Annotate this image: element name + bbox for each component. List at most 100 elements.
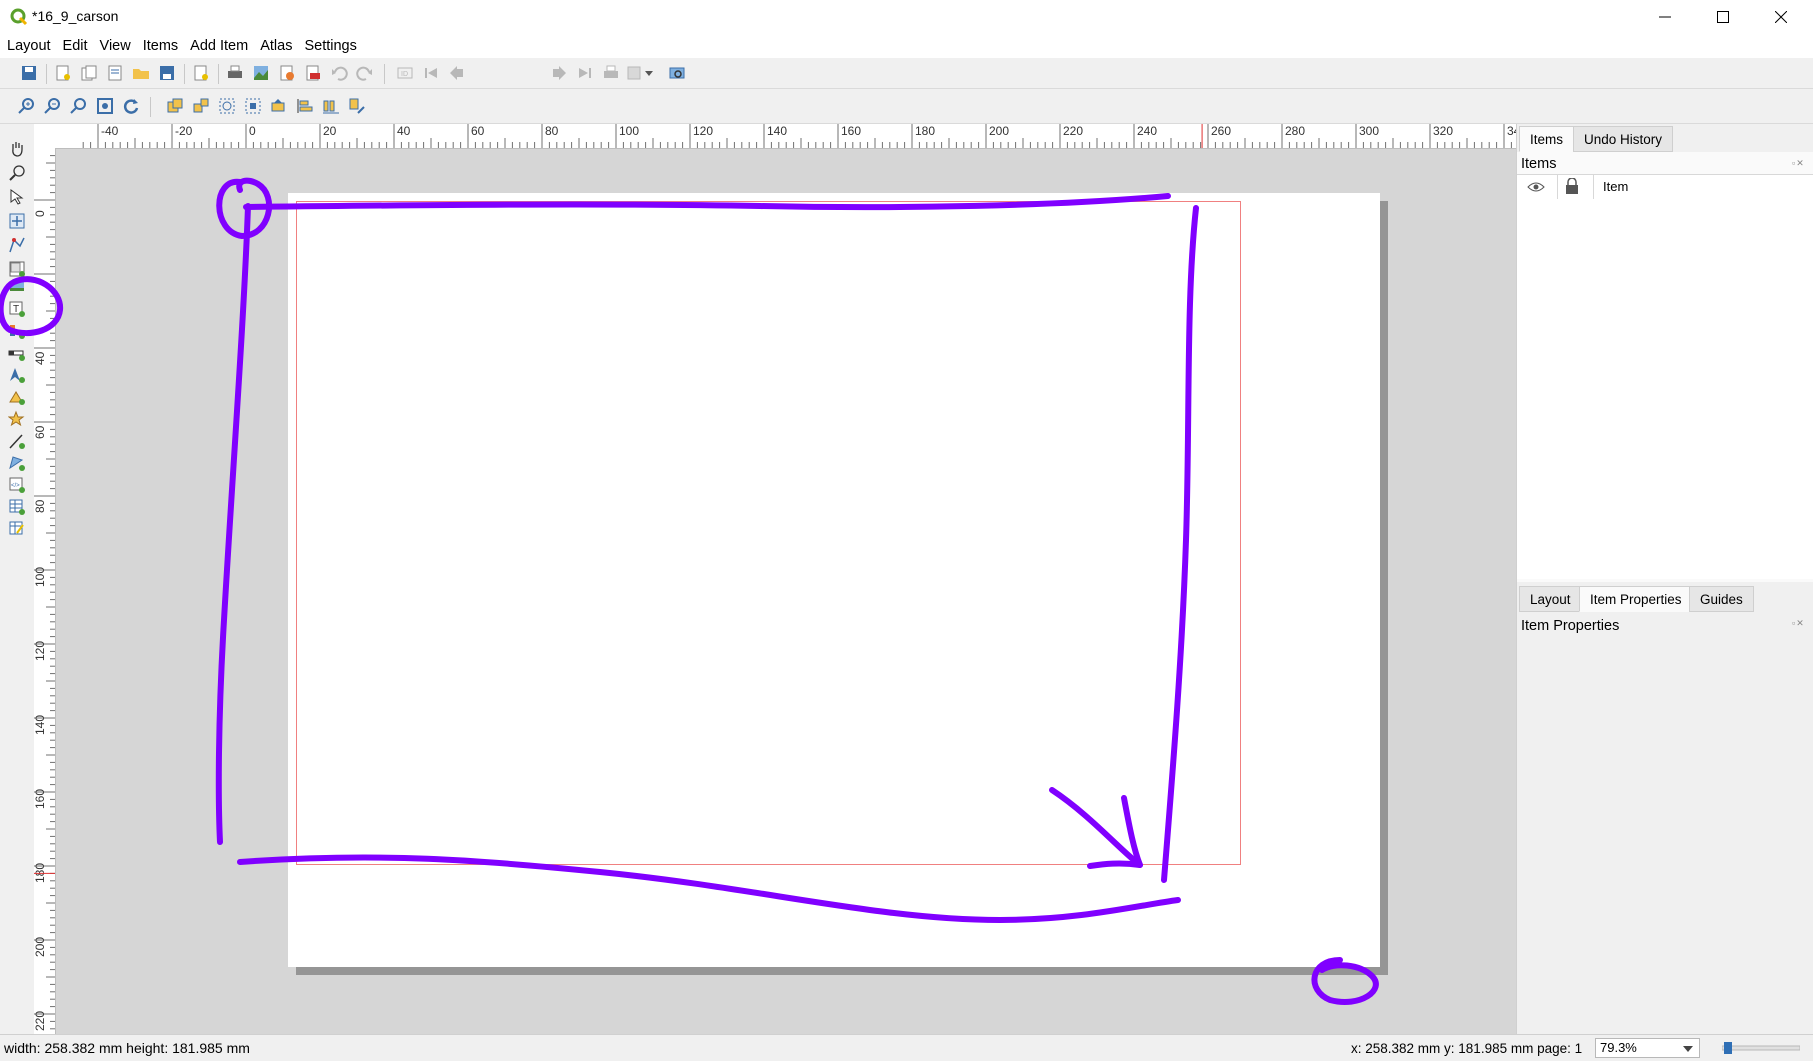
align-left-icon[interactable] bbox=[296, 97, 314, 115]
items-table-header: Item bbox=[1517, 174, 1813, 200]
ruler-label: 40 bbox=[397, 124, 411, 138]
print-atlas-icon[interactable] bbox=[602, 64, 620, 82]
items-tabbar: Items Undo History bbox=[1517, 124, 1813, 152]
duplicate-layout-icon[interactable] bbox=[80, 64, 98, 82]
menu-settings[interactable]: Settings bbox=[299, 38, 361, 54]
export-atlas-dropdown-icon[interactable] bbox=[644, 64, 654, 82]
horizontal-ruler[interactable]: -40 -20 0 20 40 60 80 100 120 140 160 180 200 220 240 2… bbox=[55, 124, 1527, 149]
dock-float-close-icon[interactable]: ▫✕ bbox=[1792, 158, 1810, 168]
unlock-items-icon[interactable] bbox=[244, 97, 262, 115]
menu-items[interactable]: Items bbox=[138, 38, 183, 54]
menu-view[interactable]: View bbox=[95, 38, 136, 54]
minimize-button[interactable] bbox=[1636, 0, 1694, 34]
qgis-logo-icon bbox=[10, 8, 28, 26]
zoom-in-icon[interactable] bbox=[18, 97, 36, 115]
add-attribute-table-icon[interactable] bbox=[8, 498, 26, 516]
atlas-settings-icon[interactable] bbox=[668, 64, 686, 82]
atlas-preview-icon[interactable]: ID bbox=[396, 64, 414, 82]
ruler-label: 120 bbox=[693, 124, 713, 138]
raise-items-icon[interactable] bbox=[270, 97, 288, 115]
lock-icon[interactable] bbox=[1565, 178, 1579, 195]
tab-items[interactable]: Items bbox=[1519, 126, 1575, 152]
layout-canvas[interactable] bbox=[56, 149, 1516, 1034]
save-as-template-icon[interactable] bbox=[158, 64, 176, 82]
zoom-actual-icon[interactable] bbox=[70, 97, 88, 115]
tab-layout[interactable]: Layout bbox=[1519, 586, 1582, 612]
maximize-icon bbox=[1717, 11, 1729, 23]
lock-items-icon[interactable] bbox=[218, 97, 236, 115]
horizontal-ruler-ticks: -40 -20 0 20 40 60 80 100 120 140 160 180 200 220 240 2… bbox=[82, 124, 1527, 148]
add-html-icon[interactable]: </> bbox=[8, 476, 26, 494]
open-folder-icon[interactable] bbox=[132, 64, 150, 82]
minimize-icon bbox=[1659, 16, 1671, 18]
resize-items-icon[interactable] bbox=[348, 97, 366, 115]
ruler-label: 100 bbox=[34, 567, 47, 587]
status-item-size: width: 258.382 mm height: 181.985 mm bbox=[4, 1040, 250, 1056]
zoom-tool-icon[interactable] bbox=[8, 164, 26, 182]
zoom-full-icon[interactable] bbox=[96, 97, 114, 115]
items-column-item[interactable]: Item bbox=[1603, 179, 1628, 194]
pan-hand-icon[interactable] bbox=[8, 140, 26, 158]
add-polyline-icon[interactable] bbox=[8, 432, 26, 450]
maximize-button[interactable] bbox=[1694, 0, 1752, 34]
move-content-icon[interactable] bbox=[8, 212, 26, 230]
add-marker-icon[interactable] bbox=[8, 410, 26, 428]
export-atlas-icon[interactable] bbox=[626, 64, 644, 82]
new-layout-icon[interactable] bbox=[54, 64, 72, 82]
add-scalebar-icon[interactable] bbox=[8, 344, 26, 362]
ruler-label: 180 bbox=[34, 863, 47, 883]
ungroup-items-icon[interactable] bbox=[192, 97, 210, 115]
chevron-down-icon bbox=[1683, 1046, 1693, 1052]
zoom-slider[interactable] bbox=[1722, 1042, 1800, 1054]
undo-icon[interactable] bbox=[330, 64, 348, 82]
print-icon[interactable] bbox=[226, 64, 244, 82]
close-button[interactable] bbox=[1752, 0, 1810, 34]
layout-toolbox: T </> bbox=[0, 126, 35, 1034]
last-feature-icon[interactable] bbox=[576, 64, 594, 82]
layout-manager-icon[interactable] bbox=[106, 64, 124, 82]
ruler-label: 160 bbox=[34, 789, 47, 809]
items-list[interactable] bbox=[1517, 199, 1813, 579]
tab-item-properties[interactable]: Item Properties bbox=[1579, 586, 1693, 612]
first-feature-icon[interactable] bbox=[422, 64, 440, 82]
add-label-icon[interactable]: T bbox=[8, 300, 26, 318]
menu-add-item[interactable]: Add Item bbox=[185, 38, 253, 54]
ruler-label: 340 bbox=[1507, 124, 1516, 138]
vertical-ruler[interactable]: 0 40 60 80 100 120 140 160 180 200 220 bbox=[33, 148, 56, 1034]
previous-feature-icon[interactable] bbox=[448, 64, 466, 82]
add-fixed-table-icon[interactable] bbox=[8, 520, 26, 538]
dock-float-close-icon[interactable]: ▫✕ bbox=[1792, 618, 1810, 628]
visibility-eye-icon[interactable] bbox=[1527, 180, 1545, 194]
zoom-level-value: 79.3% bbox=[1600, 1040, 1637, 1055]
menu-layout[interactable]: Layout bbox=[2, 38, 56, 54]
add-picture-icon[interactable] bbox=[8, 278, 26, 296]
group-items-icon[interactable] bbox=[166, 97, 184, 115]
add-legend-icon[interactable] bbox=[8, 322, 26, 340]
zoom-level-combobox[interactable]: 79.3% bbox=[1595, 1038, 1700, 1058]
status-bar: width: 258.382 mm height: 181.985 mm x: … bbox=[0, 1034, 1813, 1061]
item-properties-title: Item Properties bbox=[1521, 618, 1620, 634]
select-move-icon[interactable] bbox=[8, 188, 26, 206]
distribute-icon[interactable] bbox=[322, 97, 340, 115]
add-shape-icon[interactable] bbox=[8, 388, 26, 406]
add-pages-icon[interactable] bbox=[192, 64, 210, 82]
add-north-arrow-icon[interactable] bbox=[8, 366, 26, 384]
export-pdf-icon[interactable] bbox=[304, 64, 322, 82]
menu-edit[interactable]: Edit bbox=[58, 38, 93, 54]
tab-guides[interactable]: Guides bbox=[1689, 586, 1754, 612]
redo-icon[interactable] bbox=[356, 64, 374, 82]
next-feature-icon[interactable] bbox=[550, 64, 568, 82]
export-image-icon[interactable] bbox=[252, 64, 270, 82]
save-icon[interactable] bbox=[20, 64, 38, 82]
add-map-icon[interactable] bbox=[8, 260, 26, 278]
add-polygon-icon[interactable] bbox=[8, 454, 26, 472]
tab-undo-history[interactable]: Undo History bbox=[1573, 126, 1674, 152]
ruler-label: 220 bbox=[34, 1011, 47, 1031]
edit-nodes-icon[interactable] bbox=[8, 236, 26, 254]
zoom-out-icon[interactable] bbox=[44, 97, 62, 115]
svg-text:ID: ID bbox=[401, 71, 408, 78]
export-svg-icon[interactable] bbox=[278, 64, 296, 82]
refresh-icon[interactable] bbox=[122, 97, 140, 115]
selection-rectangle[interactable] bbox=[296, 201, 1241, 865]
menu-atlas[interactable]: Atlas bbox=[255, 38, 297, 54]
